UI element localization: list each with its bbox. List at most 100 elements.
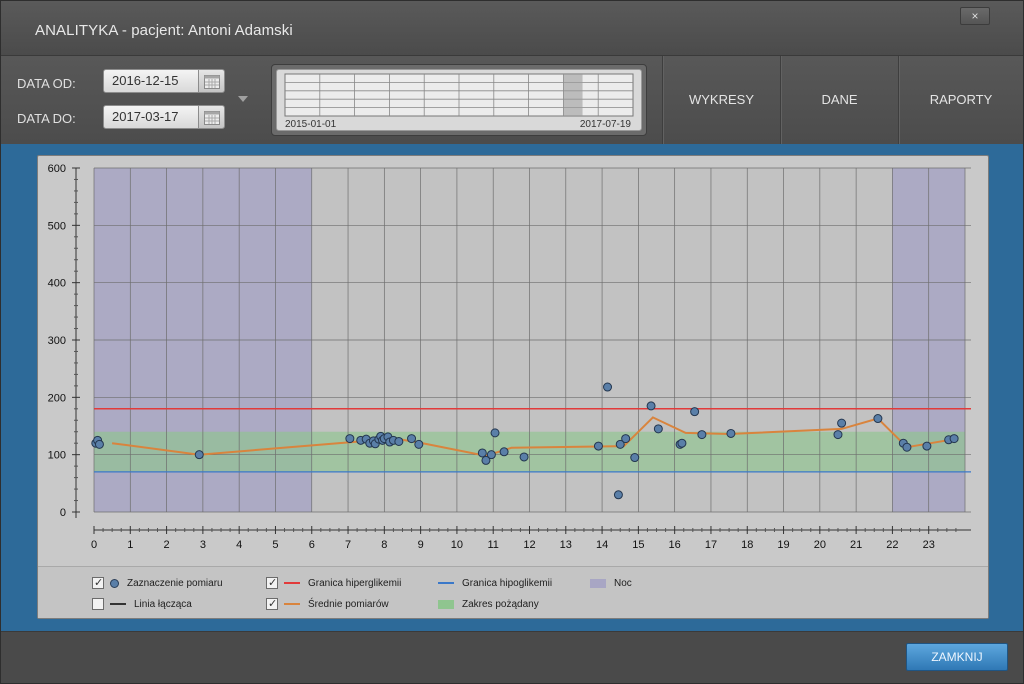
measurement-point (621, 434, 631, 444)
legend-connecting-line[interactable]: Linia łącząca (92, 596, 192, 612)
measurement-point (949, 434, 959, 444)
x-tick-label: 13 (560, 539, 572, 551)
measurement-point (677, 438, 687, 448)
tab-charts[interactable]: WYKRESY (662, 56, 780, 144)
measurement-point (690, 407, 700, 417)
measurement-point (726, 428, 736, 438)
x-tick-label: 20 (814, 539, 826, 551)
legend-hyper-limit-checkbox[interactable] (266, 576, 278, 589)
x-tick-label: 23 (923, 539, 935, 551)
title-bar: ANALITYKA - pacjent: Antoni Adamski × (1, 1, 1023, 56)
measurement-point (394, 436, 404, 446)
range-selection (563, 74, 583, 116)
x-tick-label: 17 (705, 539, 717, 551)
analytics-window: ANALITYKA - pacjent: Antoni Adamski × DA… (0, 0, 1024, 684)
tab-data[interactable]: DANE (780, 56, 898, 144)
x-tick-label: 21 (850, 539, 862, 551)
measurement-point (593, 441, 603, 451)
chart-card: 0 100 200 300 400 500 600 0 1 2 3 4 5 6 7 8 9 10 11 12 13 14 1… (37, 155, 989, 619)
measurement-point (833, 430, 843, 440)
x-tick-label: 14 (596, 539, 608, 551)
measurement-point (345, 434, 355, 444)
date-to-input[interactable]: 2017-03-17 (103, 105, 199, 129)
tab-reports[interactable]: RAPORTY (898, 56, 1023, 144)
measurement-point (603, 382, 613, 392)
glucose-chart: 01002003004005006000 1 2 3 4 5 6 7 8 9 10 11 12 13 14 1… (48, 163, 971, 551)
measurement-point (630, 453, 640, 463)
measurement-point (486, 450, 496, 460)
measurement-marker-icon (110, 578, 119, 588)
hyper-limit-line-icon (284, 582, 300, 584)
range-navigator-grid (284, 73, 634, 117)
date-from-label: DATA OD: (17, 76, 76, 91)
calendar-icon (204, 75, 220, 89)
x-tick-label: 8 (381, 539, 387, 551)
date-to-label: DATA DO: (17, 111, 76, 126)
x-tick-label: 4 (236, 539, 242, 551)
x-tick-label: 3 (200, 539, 206, 551)
x-tick-label: 18 (741, 539, 753, 551)
close-window-button[interactable]: × (960, 7, 990, 25)
x-tick-label: 2 (164, 539, 170, 551)
legend-label: Granica hiperglikemii (308, 577, 402, 589)
y-tick-label: 200 (48, 392, 66, 404)
date-from-calendar-button[interactable] (199, 69, 225, 93)
legend-label: Zakres pożądany (462, 598, 539, 610)
x-tick-label: 22 (886, 539, 898, 551)
date-to-calendar-button[interactable] (199, 105, 225, 129)
y-tick-label: 600 (48, 163, 66, 175)
legend-avg-checkbox[interactable] (266, 597, 278, 610)
x-tick-label: 5 (272, 539, 278, 551)
y-tick-label: 500 (48, 220, 66, 232)
connecting-line-icon (110, 603, 126, 605)
legend-label: Granica hipoglikemii (462, 577, 553, 589)
measurement-point (613, 490, 623, 500)
measurement-point (902, 442, 912, 452)
legend-label: Noc (614, 577, 632, 589)
x-tick-label: 15 (632, 539, 644, 551)
measurement-point (697, 430, 707, 440)
x-tick-label: 6 (309, 539, 315, 551)
measurement-point (414, 439, 424, 449)
range-navigator-track[interactable]: 2015-01-01 2017-07-19 (276, 69, 642, 131)
night-swatch (590, 578, 606, 588)
measurement-point (477, 448, 487, 458)
legend-connecting-line-checkbox[interactable] (92, 598, 104, 610)
legend-avg-measurements[interactable]: Średnie pomiarów (266, 596, 389, 612)
toolbar: DATA OD: 2016-12-15 DATA DO: 2017-03-17 (1, 56, 1023, 144)
close-button[interactable]: ZAMKNIJ (906, 643, 1008, 671)
legend-measurement-marker[interactable]: Zaznaczenie pomiaru (92, 575, 223, 591)
y-tick-label: 100 (48, 450, 66, 462)
y-tick-label: 0 (60, 507, 66, 519)
chart-legend: Zaznaczenie pomiaru Linia łącząca Granic… (38, 566, 988, 618)
average-line-icon (284, 603, 300, 605)
measurement-point (194, 450, 204, 460)
x-tick-label: 0 (91, 539, 97, 551)
content-area: 0 100 200 300 400 500 600 0 1 2 3 4 5 6 7 8 9 10 11 12 13 14 1… (1, 144, 1023, 631)
hypo-limit-line-icon (438, 582, 454, 584)
legend-night: Noc (590, 575, 632, 591)
y-tick-label: 400 (48, 278, 66, 290)
date-from-input[interactable]: 2016-12-15 (103, 69, 199, 93)
legend-desired-range: Zakres pożądany (438, 596, 539, 612)
measurement-point (922, 441, 932, 451)
legend-label: Zaznaczenie pomiaru (127, 577, 223, 589)
measurement-point (490, 428, 500, 438)
measurement-point (499, 447, 509, 457)
legend-measurement-checkbox[interactable] (92, 576, 104, 589)
measurement-point (873, 414, 883, 424)
x-tick-label: 9 (418, 539, 424, 551)
window-title: ANALITYKA - pacjent: Antoni Adamski (35, 22, 293, 39)
measurement-point (519, 452, 529, 462)
measurement-point (407, 434, 417, 444)
chevron-down-icon[interactable] (238, 96, 248, 102)
range-navigator[interactable]: 2015-01-01 2017-07-19 (271, 64, 647, 136)
x-tick-label: 10 (451, 539, 463, 551)
x-tick-label: 16 (669, 539, 681, 551)
measurement-point (653, 424, 663, 434)
x-tick-label: 7 (345, 539, 351, 551)
legend-hyper-limit[interactable]: Granica hiperglikemii (266, 575, 401, 591)
legend-label: Linia łącząca (134, 598, 192, 610)
x-tick-label: 11 (487, 539, 498, 551)
legend-hypo-limit: Granica hipoglikemii (438, 575, 552, 591)
